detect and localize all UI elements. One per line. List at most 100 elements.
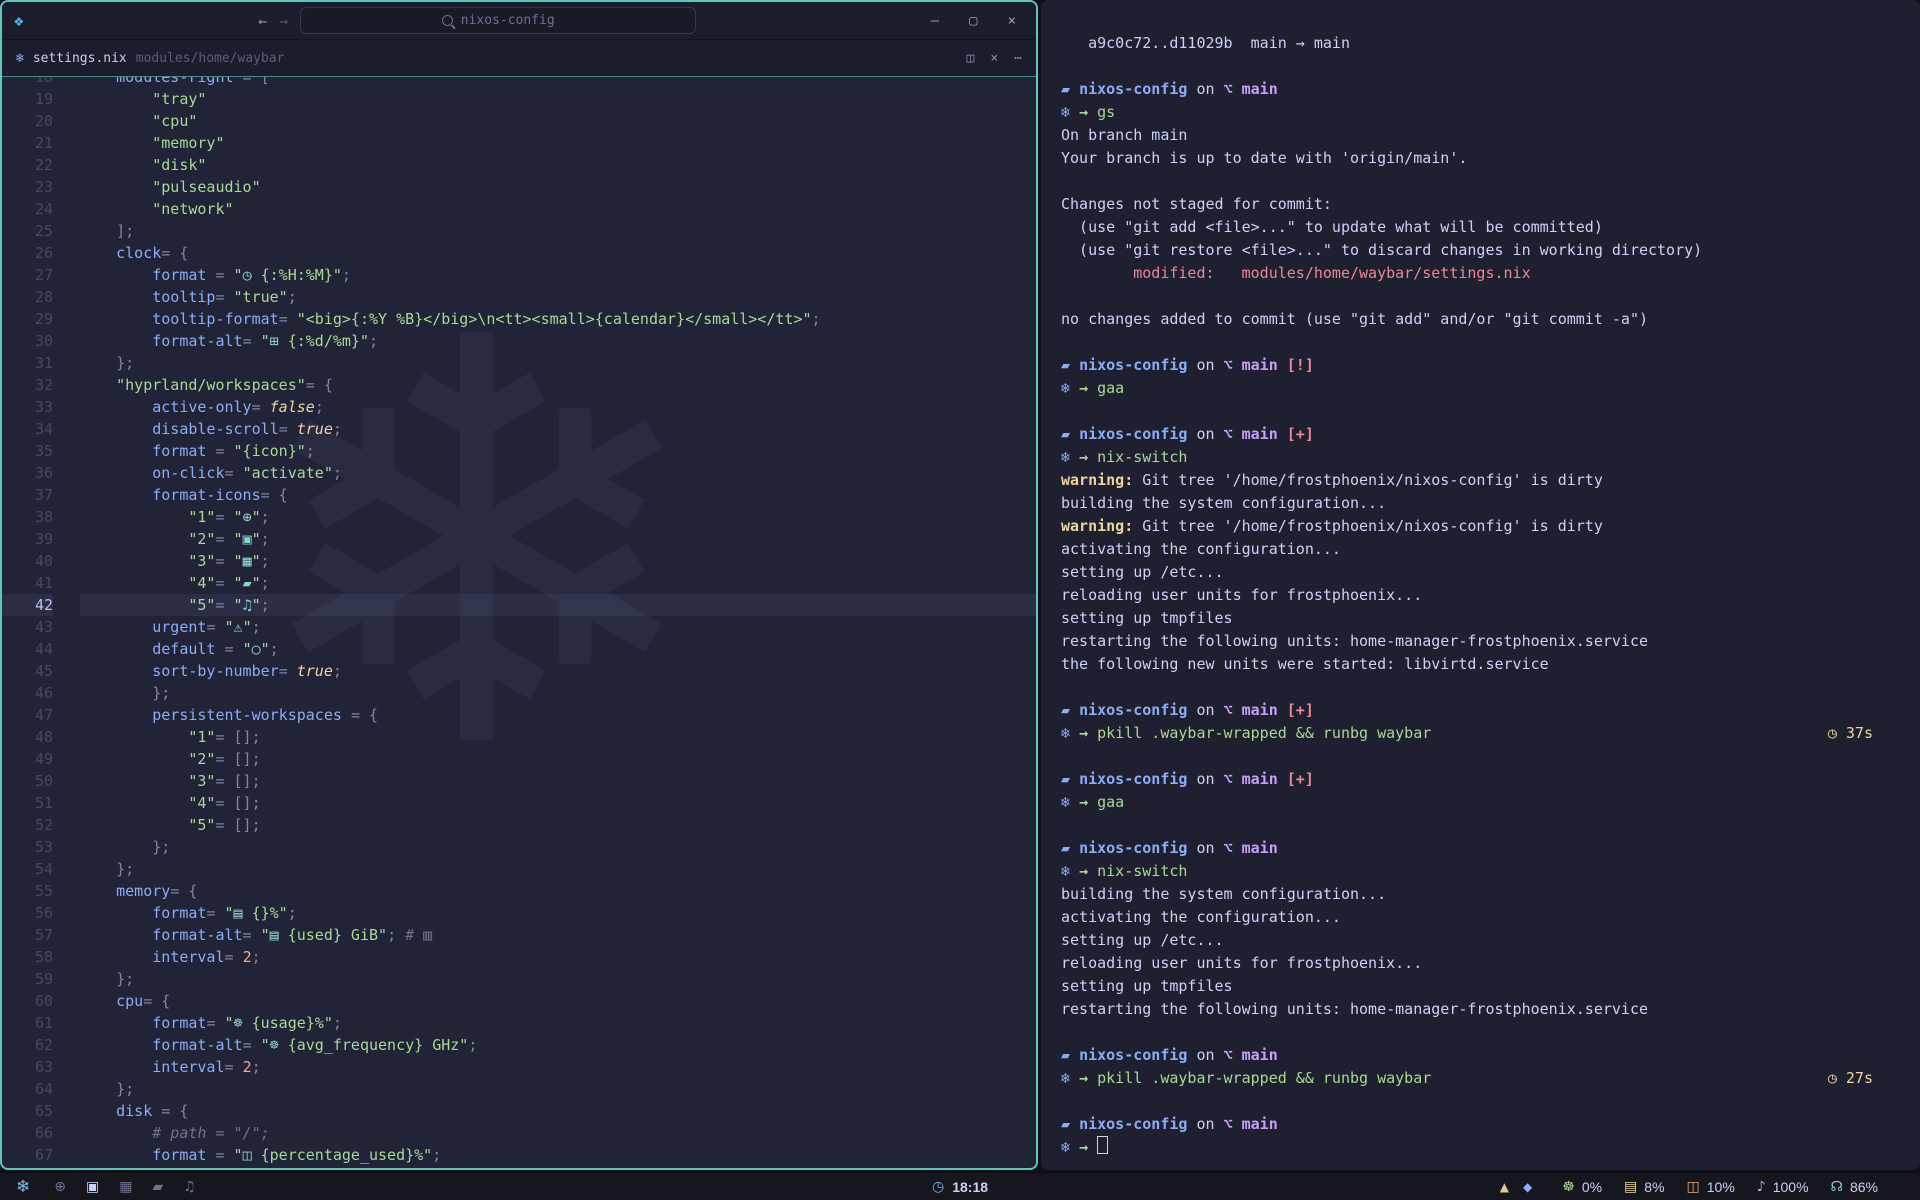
tray-item-1-icon[interactable]: ▲ [1500,1180,1509,1194]
code-line[interactable]: format-alt= "⊞ {:%d/%m}"; [80,330,1036,352]
tab-close-icon[interactable]: × [990,51,998,66]
project-search[interactable]: nixos-config [300,7,696,34]
back-button[interactable]: ← [258,12,267,30]
workspace-2-terminal-icon[interactable]: ▣ [86,1179,99,1195]
code-line[interactable]: "5"= []; [80,814,1036,836]
code-line[interactable]: persistent-workspaces = { [80,704,1036,726]
more-options-icon[interactable]: ⋯ [1014,51,1022,66]
workspace-5-music-icon[interactable]: ♫ [183,1179,196,1195]
code-line[interactable]: format = "◷ {:%H:%M}"; [80,264,1036,286]
code-line[interactable]: clock= { [80,242,1036,264]
code-line[interactable]: }; [80,836,1036,858]
tab-filename[interactable]: settings.nix [33,51,127,66]
code-line[interactable]: }; [80,858,1036,880]
code-line[interactable]: interval= 60; [80,1166,1036,1168]
code-line[interactable]: format-alt= "▤ {used} GiB"; # ▥ [80,924,1036,946]
terminal-line [1061,170,1873,193]
workspace-3-media-icon[interactable]: ▦ [119,1179,132,1195]
code-line[interactable]: disk = { [80,1100,1036,1122]
code-line[interactable]: default = "○"; [80,638,1036,660]
code-line[interactable]: on-click= "activate"; [80,462,1036,484]
terminal-line: ▰ nixos-config on ⌥ main [+] [1061,699,1873,722]
code-line[interactable]: active-only= false; [80,396,1036,418]
code-line[interactable]: format= "☸ {usage}%"; [80,1012,1036,1034]
terminal-line: ❄ → pkill .waybar-wrapped && runbg wayba… [1061,1067,1873,1090]
terminal-line: ▰ nixos-config on ⌥ main [1061,78,1873,101]
code-line[interactable]: ]; [80,220,1036,242]
code-lines: modules-right = [ "tray" "cpu" "memory" … [66,77,1036,1168]
code-line[interactable]: format= "▤ {}%"; [80,902,1036,924]
terminal-line: ▰ nixos-config on ⌥ main [+] [1061,423,1873,446]
code-line[interactable]: format = "{icon}"; [80,440,1036,462]
minimize-button[interactable]: — [931,13,939,29]
code-line[interactable]: "1"= []; [80,726,1036,748]
bar-module-cpu[interactable]: ☸0% [1562,1179,1602,1195]
code-line[interactable]: "pulseaudio" [80,176,1036,198]
code-line[interactable]: "1"= "⊕"; [80,506,1036,528]
clock-module[interactable]: ◷ 18:18 [932,1179,988,1195]
code-line[interactable]: "disk" [80,154,1036,176]
terminal-line: setting up /etc... [1061,561,1873,584]
code-line[interactable]: format-alt= "☸ {avg_frequency} GHz"; [80,1034,1036,1056]
code-line[interactable]: modules-right = [ [80,77,1036,88]
code-line[interactable]: "3"= []; [80,770,1036,792]
editor-body[interactable]: ❄ 18192021222324252627282930313233343536… [2,77,1036,1168]
terminal-line: Your branch is up to date with 'origin/m… [1061,147,1873,170]
forward-button[interactable]: → [279,12,288,30]
code-line[interactable]: format-icons= { [80,484,1036,506]
code-line[interactable]: "tray" [80,88,1036,110]
code-line[interactable]: cpu= { [80,990,1036,1012]
terminal-line [1061,745,1873,768]
code-line[interactable]: interval= 2; [80,946,1036,968]
code-line[interactable]: }; [80,682,1036,704]
terminal-line: ▰ nixos-config on ⌥ main [1061,837,1873,860]
workspace-4-files-icon[interactable]: ▰ [152,1179,163,1195]
code-line[interactable]: "5"= "♫"; [80,594,1036,616]
code-line[interactable]: }; [80,1078,1036,1100]
code-line[interactable]: "3"= "▦"; [80,550,1036,572]
code-line[interactable]: interval= 2; [80,1056,1036,1078]
memory-icon: ▤ [1624,1179,1637,1195]
code-line[interactable]: tooltip-format= "<big>{:%Y %B}</big>\n<t… [80,308,1036,330]
code-line[interactable]: "4"= []; [80,792,1036,814]
code-line[interactable]: "network" [80,198,1036,220]
editor-window: ❖ ← → nixos-config — ▢ × ❄ settings.nix … [0,0,1038,1170]
maximize-button[interactable]: ▢ [969,13,977,29]
code-line[interactable]: "4"= "▰"; [80,572,1036,594]
code-line[interactable]: urgent= "⚠"; [80,616,1036,638]
code-line[interactable]: }; [80,968,1036,990]
bar-module-network[interactable]: ☊86% [1831,1179,1878,1195]
bar-module-volume[interactable]: ♪100% [1757,1179,1809,1195]
tray-item-2-icon[interactable]: ◆ [1523,1180,1532,1194]
code-line[interactable]: "cpu" [80,110,1036,132]
terminal-line: On branch main [1061,124,1873,147]
close-button[interactable]: × [1008,13,1016,29]
code-line[interactable]: memory= { [80,880,1036,902]
nixos-logo-icon[interactable]: ❄ [16,1177,30,1197]
code-line[interactable]: }; [80,352,1036,374]
line-number: 67 [2,1144,53,1166]
split-editor-icon[interactable]: ◫ [967,51,975,66]
clock-time: 18:18 [952,1179,988,1195]
code-line[interactable]: "2"= []; [80,748,1036,770]
tray: ▲◆ [1500,1180,1532,1194]
terminal-window[interactable]: a9c0c72..d11029b main → main▰ nixos-conf… [1041,0,1920,1170]
bar-module-disk[interactable]: ◫10% [1687,1179,1735,1195]
code-line[interactable]: "hyprland/workspaces"= { [80,374,1036,396]
code-line[interactable]: "memory" [80,132,1036,154]
volume-icon: ♪ [1757,1179,1766,1195]
terminal-line: restarting the following units: home-man… [1061,998,1873,1021]
terminal-line: setting up /etc... [1061,929,1873,952]
code-line[interactable]: # path = "/"; [80,1122,1036,1144]
bar-module-memory[interactable]: ▤8% [1624,1179,1664,1195]
code-line[interactable]: format = "◫ {percentage_used}%"; [80,1144,1036,1166]
code-line[interactable]: disable-scroll= true; [80,418,1036,440]
code-line[interactable]: "2"= "▣"; [80,528,1036,550]
line-number: 51 [2,792,53,814]
line-number: 40 [2,550,53,572]
window-controls: — ▢ × [931,13,1024,29]
code-line[interactable]: tooltip= "true"; [80,286,1036,308]
line-number: 20 [2,110,53,132]
workspace-1-browser-icon[interactable]: ⊕ [54,1179,66,1195]
code-line[interactable]: sort-by-number= true; [80,660,1036,682]
